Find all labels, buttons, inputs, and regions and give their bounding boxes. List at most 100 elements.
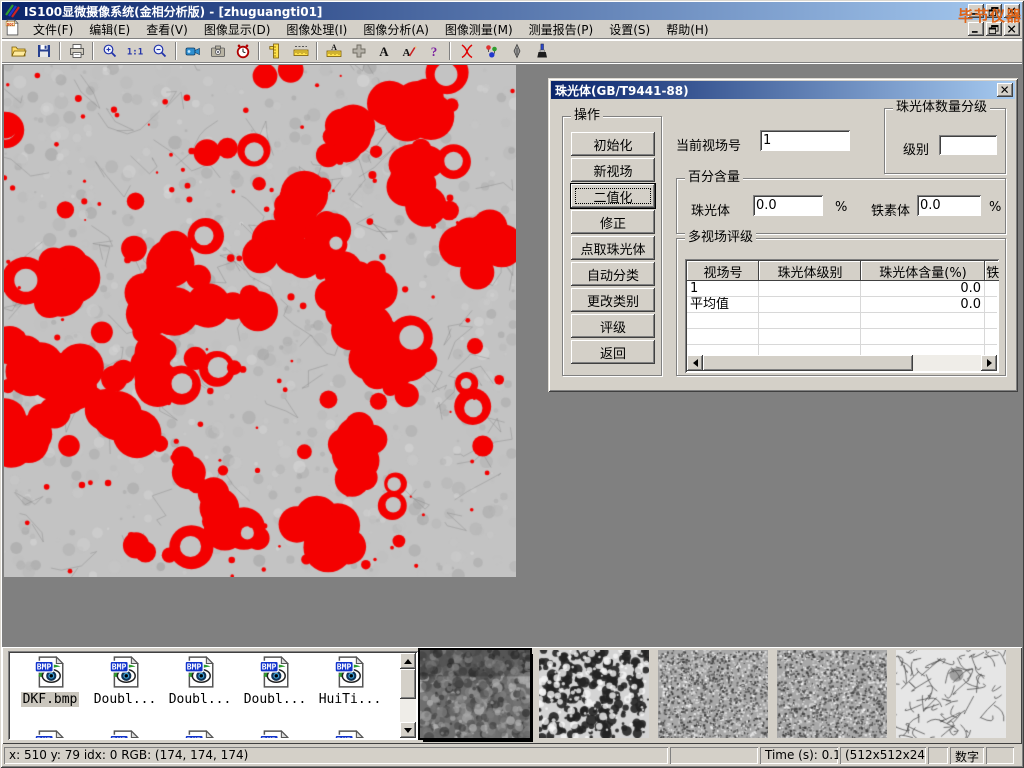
metallographic-image[interactable] xyxy=(4,65,516,577)
brush-button[interactable] xyxy=(529,41,554,62)
grade-button[interactable]: 评级 xyxy=(571,314,655,338)
init-button[interactable]: 初始化 xyxy=(571,132,655,156)
client-area: 珠光体(GB/T9441-88) 操作 初始化新视场二值化修正点取珠光体自动分类… xyxy=(2,64,1022,647)
curve-tool-icon xyxy=(459,43,475,59)
file-item-partial[interactable]: BMP xyxy=(14,729,86,738)
file-item-partial[interactable]: BMP xyxy=(314,729,386,738)
menu-item-image-analyze[interactable]: 图像分析(A) xyxy=(355,19,437,40)
grade-label: 级别 xyxy=(903,139,929,158)
open-button[interactable] xyxy=(6,41,31,62)
zoom-out-button[interactable] xyxy=(147,41,172,62)
correct-button[interactable]: 修正 xyxy=(571,210,655,234)
title-bar: IS100显微摄像系统(金相分析版) - [zhuguangti01] xyxy=(2,2,1022,20)
restore-icon xyxy=(987,23,1001,36)
svg-text:A: A xyxy=(402,47,410,59)
return-button[interactable]: 返回 xyxy=(571,340,655,364)
table-row[interactable]: 平均值0.0 xyxy=(687,297,997,313)
child-restore-button[interactable] xyxy=(986,22,1002,36)
file-item[interactable]: BMPDoubl... xyxy=(164,655,236,707)
annotate-icon: A xyxy=(401,43,417,59)
file-item-partial[interactable]: BMP xyxy=(239,729,311,738)
scroll-up-button[interactable] xyxy=(400,653,416,669)
table-row[interactable] xyxy=(687,345,997,355)
toolbar-separator xyxy=(175,42,177,60)
menu-item-file[interactable]: 文件(F) xyxy=(25,19,81,40)
thumb-4[interactable] xyxy=(777,650,887,738)
current-field-input[interactable] xyxy=(760,130,850,151)
grid-button[interactable] xyxy=(346,41,371,62)
scroll-down-button[interactable] xyxy=(400,722,416,738)
brush-icon xyxy=(534,43,550,59)
table-row[interactable] xyxy=(687,329,997,345)
menu-item-settings[interactable]: 设置(S) xyxy=(601,19,658,40)
close-icon xyxy=(1005,5,1019,18)
curve-tool-button[interactable] xyxy=(454,41,479,62)
menu-item-image-process[interactable]: 图像处理(I) xyxy=(278,19,355,40)
file-item-partial[interactable]: BMP xyxy=(89,729,161,738)
auto-classify-button[interactable]: 自动分类 xyxy=(571,262,655,286)
print-button[interactable] xyxy=(64,41,89,62)
close-icon xyxy=(1005,23,1019,36)
pen-button[interactable] xyxy=(504,41,529,62)
file-item[interactable]: BMPDKF.bmp xyxy=(14,655,86,707)
zoom-in-button[interactable] xyxy=(97,41,122,62)
table-horizontal-scrollbar[interactable] xyxy=(687,355,997,371)
zoom-in-icon xyxy=(102,43,118,59)
scroll-left-button[interactable] xyxy=(687,355,703,371)
dialog-close-button[interactable] xyxy=(997,83,1013,97)
table-body: 10.0平均值0.0 xyxy=(687,281,997,355)
text-button[interactable]: A xyxy=(371,41,396,62)
file-name: HuiTi... xyxy=(317,692,384,707)
menu-item-image-measure[interactable]: 图像测量(M) xyxy=(437,19,521,40)
calibrate-button[interactable]: A xyxy=(321,41,346,62)
table-row[interactable]: 10.0 xyxy=(687,281,997,297)
close-button[interactable] xyxy=(1004,4,1020,18)
timer-button[interactable] xyxy=(230,41,255,62)
file-scrollbar-thumb[interactable] xyxy=(400,669,416,699)
annotate-button[interactable]: A xyxy=(396,41,421,62)
file-item[interactable]: BMPDoubl... xyxy=(89,655,161,707)
menu-item-image-display[interactable]: 图像显示(D) xyxy=(196,19,279,40)
caliper-button[interactable] xyxy=(263,41,288,62)
minimize-button[interactable] xyxy=(968,4,984,18)
menu-item-edit[interactable]: 编辑(E) xyxy=(81,19,138,40)
svg-text:BMP: BMP xyxy=(37,663,52,672)
table-row[interactable] xyxy=(687,313,997,329)
pearlite-percent-input[interactable] xyxy=(753,195,823,216)
child-close-button[interactable] xyxy=(1004,22,1020,36)
ferrite-percent-input[interactable] xyxy=(917,195,981,216)
thumb-3[interactable] xyxy=(658,650,768,738)
binarize-button[interactable]: 二值化 xyxy=(571,184,655,208)
save-button[interactable] xyxy=(31,41,56,62)
new-field-button[interactable]: 新视场 xyxy=(571,158,655,182)
class-markers-button[interactable] xyxy=(479,41,504,62)
svg-text:BMP: BMP xyxy=(112,737,127,738)
change-class-button[interactable]: 更改类别 xyxy=(571,288,655,312)
scrollbar-thumb[interactable] xyxy=(703,355,913,371)
restore-button[interactable] xyxy=(986,4,1002,18)
menu-item-view[interactable]: 查看(V) xyxy=(138,19,196,40)
menu-item-measure-report[interactable]: 测量报告(P) xyxy=(521,19,602,40)
file-list-scrollbar[interactable] xyxy=(400,653,416,738)
file-item[interactable]: BMPHuiTi... xyxy=(314,655,386,707)
scroll-right-button[interactable] xyxy=(981,355,997,371)
thumb-5[interactable] xyxy=(896,650,1006,738)
actual-size-button[interactable]: 1:1 xyxy=(122,41,147,62)
child-minimize-button[interactable] xyxy=(968,22,984,36)
file-item[interactable]: BMPDoubl... xyxy=(239,655,311,707)
menu-item-help[interactable]: 帮助(H) xyxy=(658,19,716,40)
video-camera-button[interactable] xyxy=(180,41,205,62)
svg-text:1:1: 1:1 xyxy=(127,48,143,58)
bmp-file-icon: BMP xyxy=(108,729,142,738)
thumb-1[interactable] xyxy=(420,650,530,738)
grade-input[interactable] xyxy=(939,135,997,155)
ruler-button[interactable] xyxy=(288,41,313,62)
empty-status-panel xyxy=(986,747,1014,764)
thumb-2[interactable] xyxy=(539,650,649,738)
help-button[interactable]: ? xyxy=(421,41,446,62)
pick-pearlite-button[interactable]: 点取珠光体 xyxy=(571,236,655,260)
photo-camera-button[interactable] xyxy=(205,41,230,62)
document-icon[interactable]: DOC xyxy=(4,19,21,39)
dialog-title-bar[interactable]: 珠光体(GB/T9441-88) xyxy=(551,81,1015,99)
file-item-partial[interactable]: BMP xyxy=(164,729,236,738)
